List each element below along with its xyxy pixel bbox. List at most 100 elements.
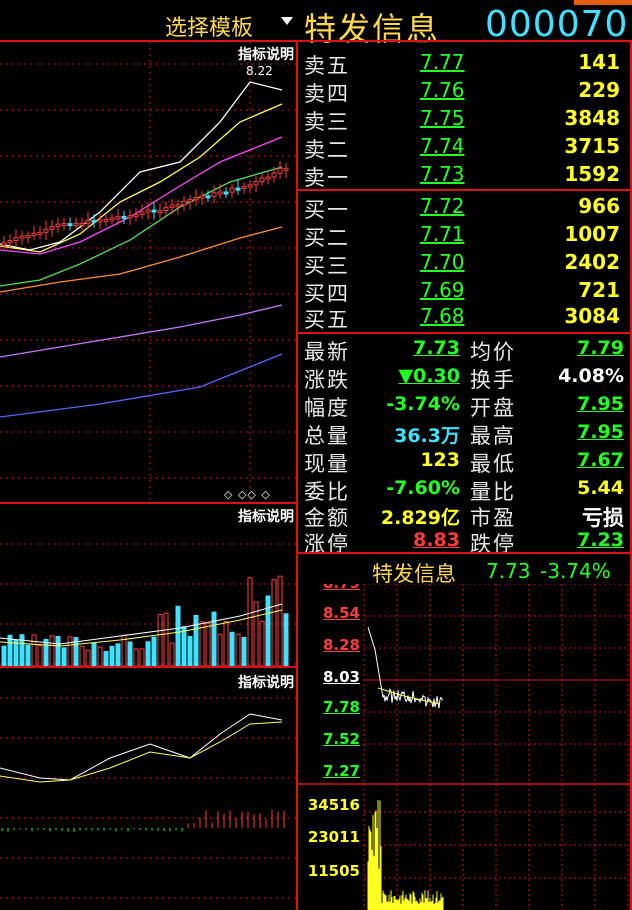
order-book-row-sell5[interactable]: 卖五 7.77 141 [298,50,628,78]
order-label: 买二 [304,226,350,250]
amplitude-label: 幅度 [304,396,350,420]
mini-intraday-chart[interactable]: 8.79 8.54 8.28 8.03 7.78 7.52 7.27 34516… [298,584,630,910]
candle-body [7,240,13,244]
order-book-row-buy2[interactable]: 买二 7.71 1007 [298,222,628,250]
volume-bar [205,622,211,666]
order-price[interactable]: 7.70 [420,250,465,274]
candle-body [259,177,265,183]
volume-bar [127,641,133,666]
limit-up-value: 8.83 [413,529,460,551]
volume-bar [79,645,85,666]
ma-line [0,81,283,251]
candle-body [169,204,175,208]
order-price[interactable]: 7.68 [420,304,465,328]
volume-bar [223,621,229,666]
kline-chart[interactable] [0,42,296,502]
candle-body [139,211,145,215]
candle-body [157,209,163,213]
change-label: 涨跌 [304,368,350,392]
candle-body [181,201,187,206]
volume-bar [277,575,283,666]
ma-line [0,304,283,358]
ma-line [0,136,283,255]
order-price[interactable]: 7.74 [420,134,465,158]
order-book-row-buy1[interactable]: 买一 7.72 966 [298,194,628,222]
order-label: 买五 [304,308,350,332]
macd-chart-panel[interactable]: 指标说明 [0,668,296,910]
total-volume-label: 总量 [304,424,350,448]
volume-bar [283,613,289,666]
price-axis-label: 8.03 [322,668,360,686]
frame-quote-bottom [298,552,632,554]
open-value: 7.95 [577,393,624,415]
volume-indicator-button[interactable]: 指标说明 [238,506,294,526]
kline-indicator-button[interactable]: 指标说明 [238,44,294,64]
candle-body [271,172,277,178]
change-value: ▼0.30 [398,365,461,387]
pe-value: 亏损 [582,505,624,530]
order-book-row-sell1[interactable]: 卖一 7.73 1592 [298,162,628,190]
order-book-row-buy4[interactable]: 买四 7.69 721 [298,278,628,306]
order-volume: 966 [578,194,620,218]
candle-body [199,195,205,199]
volume-bar [235,633,241,666]
order-price[interactable]: 7.69 [420,278,465,302]
turnover-label: 换手 [470,368,516,392]
kline-chart-panel[interactable]: 指标说明 8.22 ◇ ◇◇ ◇ [0,42,296,502]
candle-body [265,176,271,180]
volume-bar [181,626,187,666]
candle-body [211,192,217,197]
volume-bar [145,641,151,666]
order-price[interactable]: 7.75 [420,106,465,130]
macd-diff-line [0,713,283,781]
candle-body [115,215,121,219]
candle-body [241,186,247,190]
volume-bar [229,631,235,666]
ma-line [0,103,283,253]
current-volume-label: 现量 [304,452,350,476]
order-book-row-buy3[interactable]: 买三 7.70 2402 [298,250,628,278]
macd-chart[interactable] [0,668,296,910]
low-label: 最低 [470,452,516,476]
volume-bar [85,649,91,666]
volume-bar [247,577,253,666]
order-book-row-sell2[interactable]: 卖二 7.74 3715 [298,134,628,162]
template-select-button[interactable]: 选择模板 [165,10,253,41]
chevron-down-icon[interactable] [281,17,293,25]
order-label: 卖五 [304,54,350,78]
order-book-row-buy5[interactable]: 买五 7.68 3084 [298,304,628,332]
volume-bar [43,638,49,666]
macd-dea-line [0,721,283,783]
order-price[interactable]: 7.73 [420,162,465,186]
volume-bar [139,648,145,666]
order-book-row-sell4[interactable]: 卖四 7.76 229 [298,78,628,106]
current-volume-value: 123 [420,449,460,471]
volume-bar [193,614,199,666]
volume-chart-panel[interactable]: 指标说明 [0,504,296,666]
stock-code: 000070 [485,4,629,45]
latest-label: 最新 [304,340,350,364]
order-label: 买一 [304,198,350,222]
price-axis-label: 8.79 [304,584,360,592]
candle-body [49,226,55,230]
high-value: 7.95 [577,421,624,443]
total-volume-value: 36.3万 [394,425,460,447]
limit-down-value: 7.23 [577,529,624,551]
volume-chart[interactable] [0,504,296,666]
candle-body [247,184,253,188]
turnover-value: 4.08% [558,365,624,387]
candle-body [133,213,139,217]
candle-body [37,231,43,235]
macd-indicator-button[interactable]: 指标说明 [238,672,294,692]
amount-value: 2.829亿 [380,507,460,529]
candle-body [73,222,79,226]
order-book-row-sell3[interactable]: 卖三 7.75 3848 [298,106,628,134]
volume-bar [109,645,115,666]
order-price[interactable]: 7.72 [420,194,465,218]
order-price[interactable]: 7.71 [420,222,465,246]
volume-bar [133,648,139,666]
order-price[interactable]: 7.76 [420,78,465,102]
candle-body [217,191,223,195]
order-price[interactable]: 7.77 [420,50,465,74]
order-label: 卖二 [304,138,350,162]
